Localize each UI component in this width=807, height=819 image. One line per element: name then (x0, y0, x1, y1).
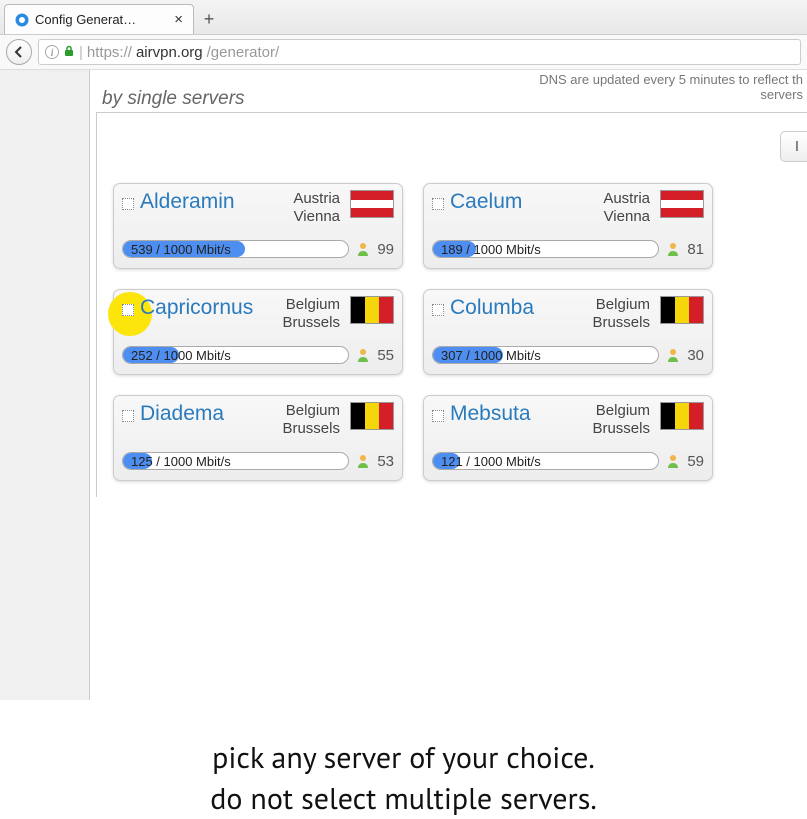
load-label: 539 / 1000 Mbit/s (131, 241, 231, 257)
flag-icon (350, 296, 394, 324)
url-path: /generator/ (207, 44, 280, 61)
flag-icon (660, 402, 704, 430)
instruction-line-2: do not select multiple servers. (20, 779, 787, 819)
users-icon (355, 453, 371, 469)
instruction-line-1: pick any server of your choice. (20, 738, 787, 779)
server-location: BelgiumBrussels (592, 402, 650, 438)
flag-icon (350, 190, 394, 218)
content: DNS are updated every 5 minutes to refle… (90, 70, 807, 700)
server-location: BelgiumBrussels (282, 296, 340, 332)
load-bar: 252 / 1000 Mbit/s (122, 346, 349, 364)
user-count: 81 (687, 241, 704, 258)
url-field[interactable]: i | https://airvpn.org/generator/ (38, 39, 801, 65)
page: DNS are updated every 5 minutes to refle… (0, 70, 807, 700)
url-prefix: https:// (87, 44, 132, 61)
left-rail (0, 70, 90, 700)
top-note: DNS are updated every 5 minutes to refle… (539, 72, 807, 102)
users-icon (355, 347, 371, 363)
server-name[interactable]: Mebsuta (450, 402, 586, 426)
instructions: pick any server of your choice. do not s… (0, 700, 807, 819)
users-icon (665, 241, 681, 257)
note-line-2: servers (760, 87, 803, 102)
server-card[interactable]: MebsutaBelgiumBrussels 121 / 1000 Mbit/s 5… (423, 395, 713, 481)
note-line-1: DNS are updated every 5 minutes to refle… (539, 72, 803, 87)
server-checkbox[interactable] (122, 410, 134, 422)
close-tab-icon[interactable]: × (174, 11, 183, 28)
users-icon (665, 453, 681, 469)
server-checkbox[interactable] (432, 198, 444, 210)
user-count: 99 (377, 241, 394, 258)
user-count: 53 (377, 453, 394, 470)
server-grid: AlderaminAustriaVienna539 / 1000 Mbit/s9… (113, 183, 791, 481)
new-tab-button[interactable]: + (194, 4, 224, 34)
load-bar: 121 / 1000 Mbit/s (432, 452, 659, 470)
server-name[interactable]: Diadema (140, 402, 276, 426)
user-count: 55 (377, 347, 394, 364)
server-card[interactable]: CapricornusBelgiumBrussels 252 / 1000 Mbi… (113, 289, 403, 375)
server-location: AustriaVienna (293, 190, 340, 226)
server-card[interactable]: DiademaBelgiumBrussels 125 / 1000 Mbit/s 5… (113, 395, 403, 481)
server-panel: I AlderaminAustriaVienna539 / 1000 Mbit/… (96, 112, 807, 497)
tab-strip: Config Generat… × + (0, 0, 807, 34)
back-button[interactable] (6, 39, 32, 65)
load-label: 189 / 1000 Mbit/s (441, 241, 541, 257)
invert-button[interactable]: I (780, 131, 807, 162)
user-count: 30 (687, 347, 704, 364)
server-location: BelgiumBrussels (592, 296, 650, 332)
url-divider: | (79, 44, 83, 61)
server-checkbox[interactable] (122, 198, 134, 210)
users-icon (665, 347, 681, 363)
load-bar: 189 / 1000 Mbit/s (432, 240, 659, 258)
flag-icon (660, 296, 704, 324)
favicon-icon (15, 13, 29, 27)
server-name[interactable]: Capricornus (140, 296, 276, 320)
load-bar: 307 / 1000 Mbit/s (432, 346, 659, 364)
server-name[interactable]: Caelum (450, 190, 597, 214)
load-label: 252 / 1000 Mbit/s (131, 347, 231, 363)
server-location: BelgiumBrussels (282, 402, 340, 438)
load-bar: 125 / 1000 Mbit/s (122, 452, 349, 470)
load-label: 125 / 1000 Mbit/s (131, 453, 231, 469)
load-bar: 539 / 1000 Mbit/s (122, 240, 349, 258)
server-checkbox[interactable] (122, 304, 134, 316)
arrow-left-icon (13, 46, 25, 58)
info-icon: i (45, 45, 59, 59)
server-checkbox[interactable] (432, 410, 444, 422)
server-name[interactable]: Columba (450, 296, 586, 320)
server-checkbox[interactable] (432, 304, 444, 316)
server-card[interactable]: CaelumAustriaVienna 189 / 1000 Mbit/s 81 (423, 183, 713, 269)
browser-tab[interactable]: Config Generat… × (4, 4, 194, 34)
load-label: 307 / 1000 Mbit/s (441, 347, 541, 363)
flag-icon (660, 190, 704, 218)
server-card[interactable]: AlderaminAustriaVienna 539 / 1000 Mbit/s 9… (113, 183, 403, 269)
server-location: AustriaVienna (603, 190, 650, 226)
url-bar: i | https://airvpn.org/generator/ (0, 34, 807, 70)
flag-icon (350, 402, 394, 430)
lock-icon (63, 44, 75, 61)
users-icon (355, 241, 371, 257)
user-count: 59 (687, 453, 704, 470)
server-name[interactable]: Alderamin (140, 190, 287, 214)
tab-title: Config Generat… (35, 12, 168, 27)
load-label: 121 / 1000 Mbit/s (441, 453, 541, 469)
url-host: airvpn.org (136, 44, 203, 61)
server-card[interactable]: ColumbaBelgiumBrussels 307 / 1000 Mbit/s 3… (423, 289, 713, 375)
